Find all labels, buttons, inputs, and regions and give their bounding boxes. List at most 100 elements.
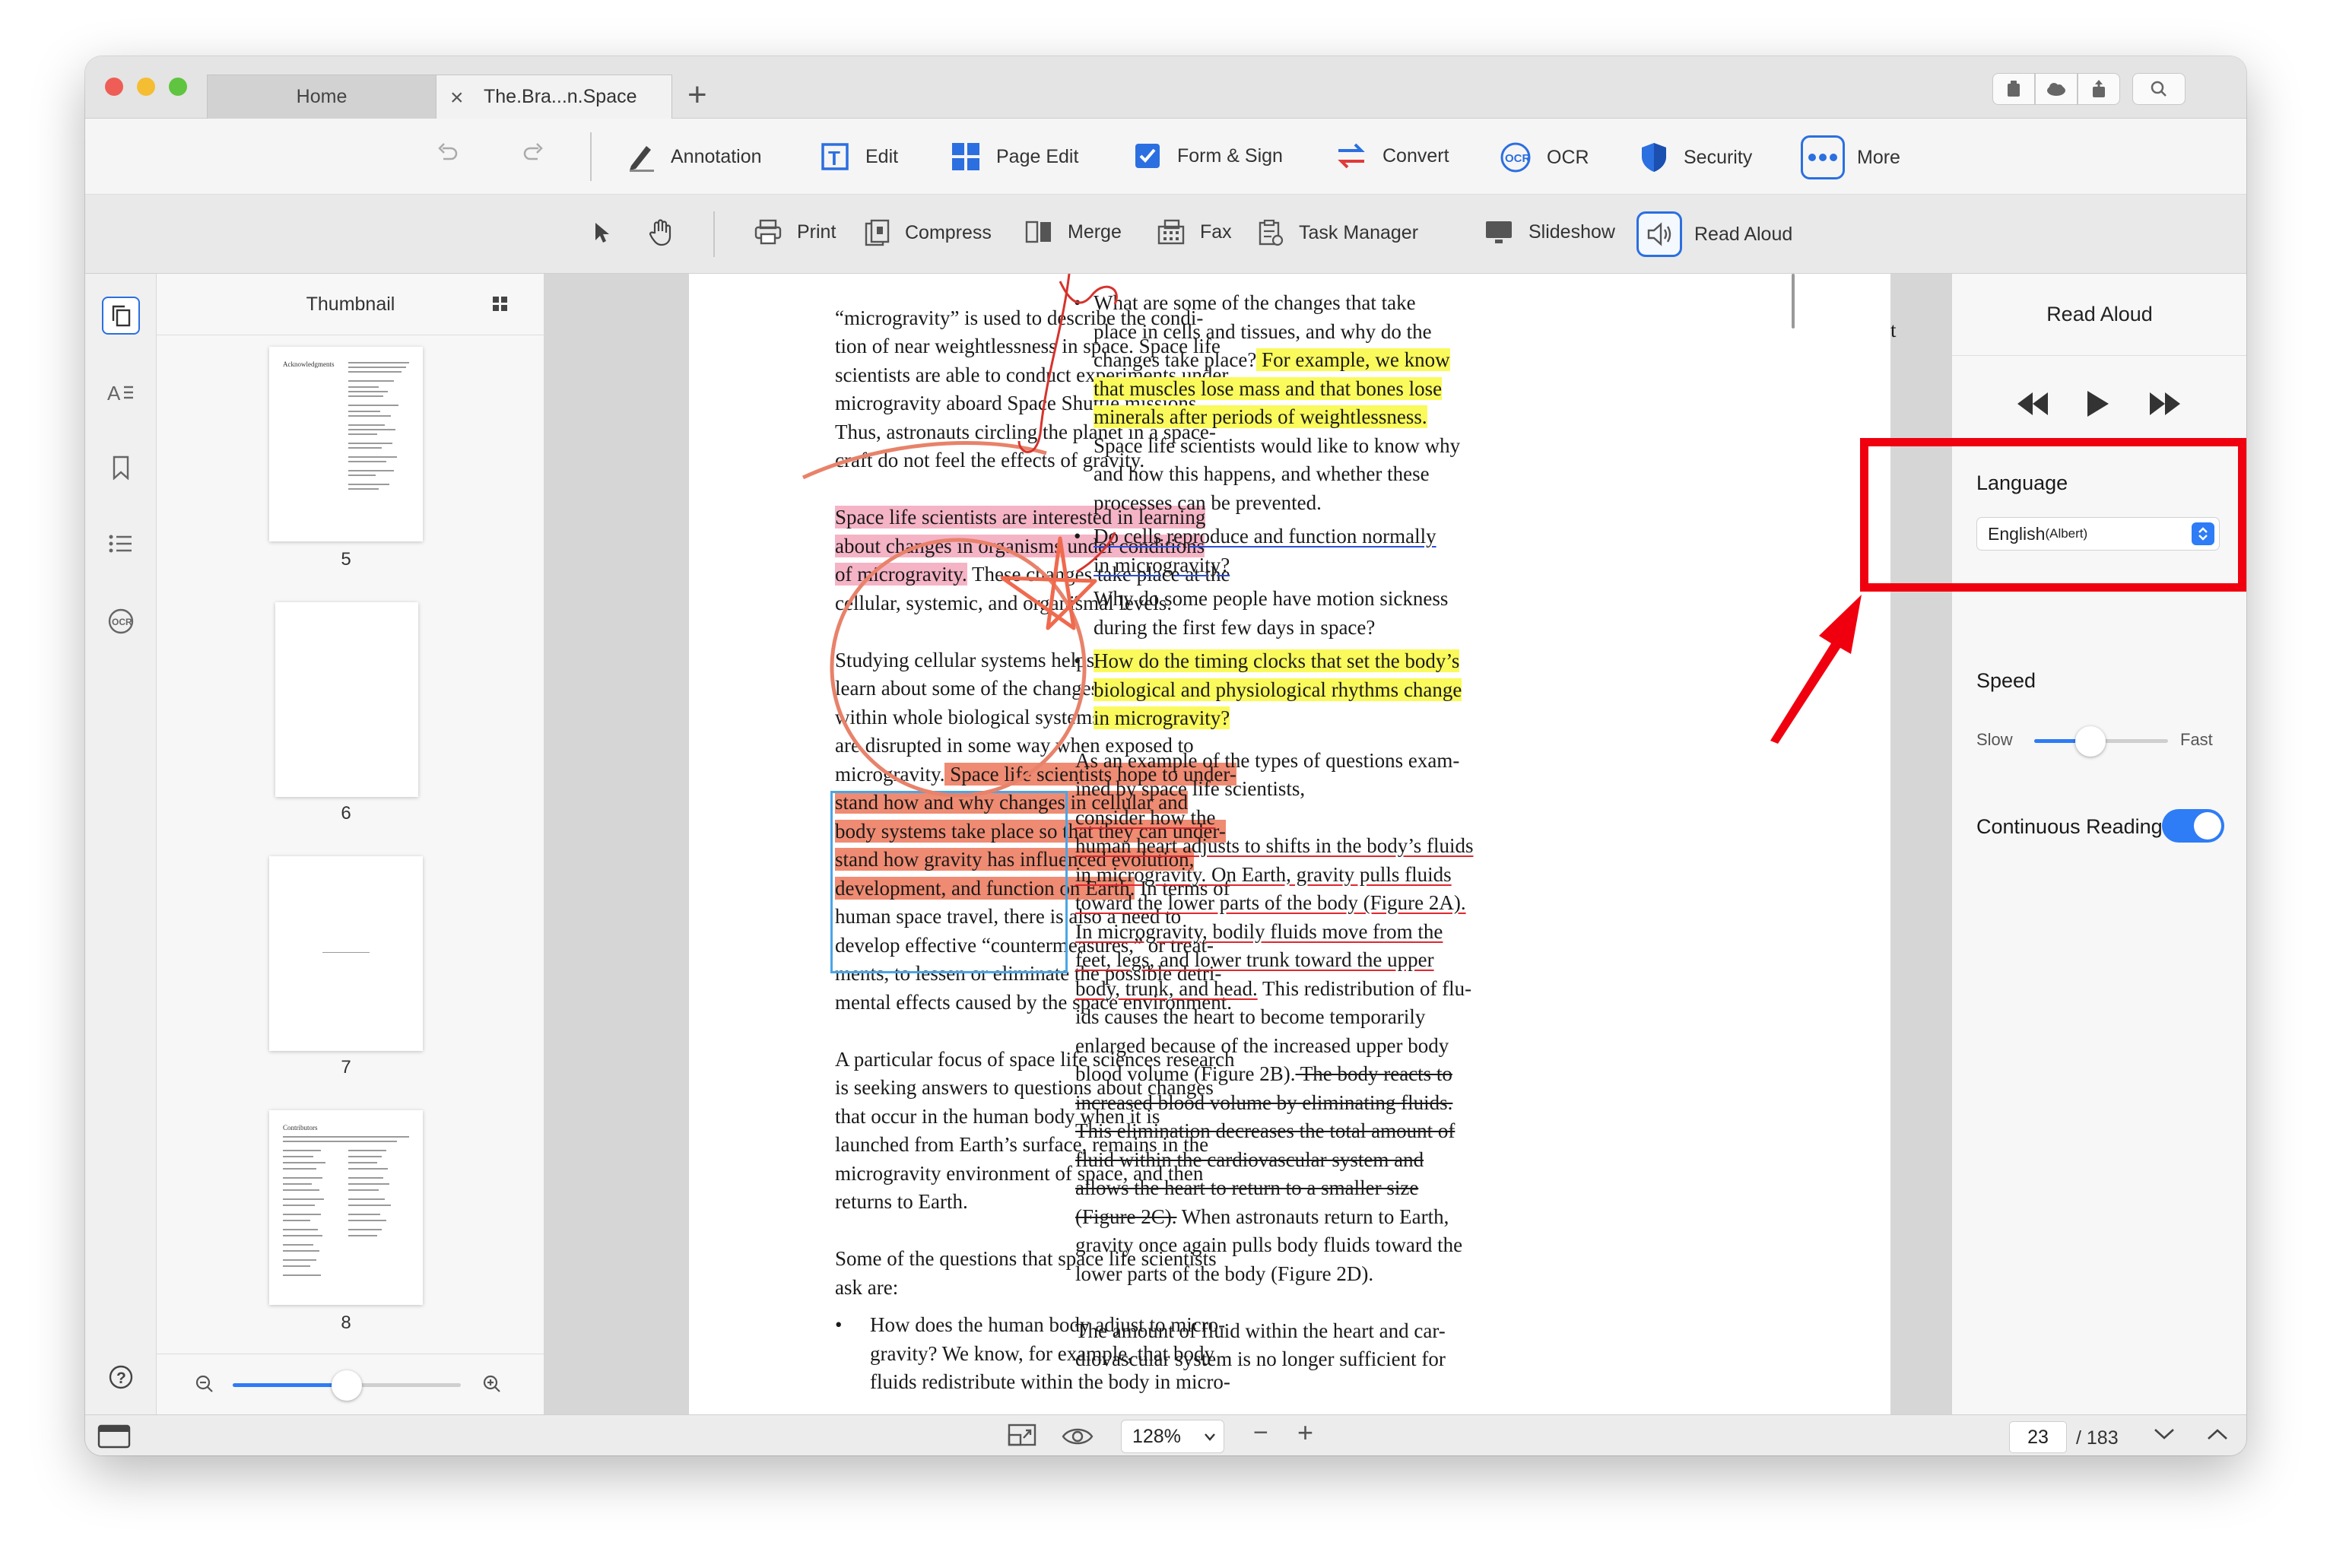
- clipboard-icon: [2008, 81, 2020, 97]
- text-outline-button[interactable]: A: [102, 373, 140, 411]
- zoom-select[interactable]: 128%: [1121, 1420, 1224, 1453]
- more-label: More: [1857, 146, 1900, 168]
- ocr-panel-button[interactable]: OCR: [102, 602, 140, 640]
- thumb-line: [348, 461, 386, 462]
- merge-icon: [1025, 219, 1052, 245]
- edit-button[interactable]: T Edit: [820, 141, 898, 172]
- ink-star[interactable]: [1000, 536, 1097, 630]
- document-viewport[interactable]: “microgravity” is used to describe the c…: [544, 274, 1951, 1414]
- compress-button[interactable]: Compress: [864, 219, 992, 246]
- bookmarks-button[interactable]: [102, 449, 140, 487]
- view-mode-button[interactable]: [1062, 1426, 1094, 1451]
- chevron-down-icon: [1205, 1433, 1215, 1441]
- search-button[interactable]: [2132, 73, 2186, 105]
- speed-slider[interactable]: [2034, 726, 2168, 757]
- thumbnail-zoom-slider[interactable]: [233, 1370, 461, 1401]
- ocr-label: OCR: [1547, 146, 1589, 168]
- clipboard-button[interactable]: [1992, 73, 2035, 105]
- zoom-out-thumbs-button[interactable]: [195, 1374, 214, 1398]
- thumb-line: [348, 415, 391, 417]
- read-aloud-button[interactable]: Read Aloud: [1636, 211, 1792, 257]
- status-bar: 128% − + 23 / 183: [85, 1414, 2246, 1455]
- fax-icon: [1157, 219, 1185, 245]
- help-button[interactable]: ?: [102, 1358, 140, 1396]
- continuous-reading-toggle[interactable]: [2162, 809, 2224, 843]
- play-button[interactable]: [2084, 389, 2110, 422]
- annotation-button[interactable]: Annotation: [627, 141, 762, 172]
- form-sign-button[interactable]: Form & Sign: [1133, 141, 1283, 170]
- zoom-in-icon: [483, 1375, 500, 1392]
- fit-page-button[interactable]: [1007, 1423, 1037, 1452]
- outline-list-button[interactable]: [102, 525, 140, 563]
- slideshow-button[interactable]: Slideshow: [1484, 219, 1615, 245]
- svg-text:OCR: OCR: [1505, 152, 1531, 165]
- ink-pen-stroke[interactable]: [1017, 274, 1071, 453]
- task-icon: [1258, 219, 1284, 246]
- document-page: “microgravity” is used to describe the c…: [689, 274, 1897, 1414]
- thumbnails-view-button[interactable]: [102, 297, 140, 335]
- more-button[interactable]: More: [1801, 135, 1900, 179]
- thumbnail-grid-button[interactable]: [491, 295, 509, 317]
- sidebar-toggle-button[interactable]: [97, 1424, 131, 1452]
- page-edit-label: Page Edit: [996, 145, 1079, 167]
- annotation-label: Annotation: [671, 145, 762, 167]
- thumb-line: [283, 1177, 322, 1179]
- share-button[interactable]: [2078, 73, 2120, 105]
- thumb-line: [283, 1220, 310, 1221]
- zoom-in-button[interactable]: +: [1297, 1417, 1313, 1449]
- convert-icon: [1335, 141, 1367, 170]
- thumb-line: [283, 1141, 397, 1142]
- thumbnail-page-6[interactable]: [275, 602, 418, 797]
- slider-knob[interactable]: [332, 1370, 362, 1401]
- minimize-window-button[interactable]: [137, 78, 155, 96]
- ocr-icon: OCR: [108, 608, 134, 634]
- ink-circle-tail[interactable]: [802, 441, 1047, 480]
- thumbnail-page-8[interactable]: Contributors: [269, 1110, 423, 1305]
- hand-tool-button[interactable]: [648, 219, 674, 246]
- ocr-button[interactable]: OCR OCR: [1500, 141, 1589, 173]
- previous-page-button[interactable]: [2207, 1427, 2228, 1445]
- fast-forward-button[interactable]: [2148, 391, 2182, 421]
- thumb-line: [348, 367, 406, 368]
- thumb-line: [348, 1220, 386, 1221]
- close-window-button[interactable]: [105, 78, 123, 96]
- page-number-input[interactable]: 23: [2009, 1421, 2067, 1453]
- slider-knob[interactable]: [2075, 726, 2106, 757]
- thumb-line: [283, 1150, 321, 1151]
- security-button[interactable]: Security: [1640, 141, 1752, 173]
- next-page-button[interactable]: [2154, 1427, 2175, 1445]
- fax-button[interactable]: Fax: [1157, 219, 1232, 245]
- thumb-line: [348, 429, 395, 430]
- thumb-line: [283, 1214, 321, 1215]
- tab-home[interactable]: Home: [207, 75, 436, 119]
- select-tool-button[interactable]: [592, 221, 613, 245]
- rewind-button[interactable]: [2016, 391, 2049, 421]
- svg-text:A: A: [107, 382, 121, 403]
- add-tab-button[interactable]: +: [687, 76, 707, 114]
- document-scrollbar[interactable]: [1792, 274, 1795, 329]
- thumb-line: [283, 1265, 310, 1267]
- zoom-window-button[interactable]: [169, 78, 187, 96]
- ocr-icon: OCR: [1500, 141, 1532, 173]
- merge-button[interactable]: Merge: [1025, 219, 1122, 245]
- task-manager-button[interactable]: Task Manager: [1258, 219, 1418, 246]
- zoom-out-button[interactable]: −: [1253, 1418, 1268, 1448]
- cloud-button[interactable]: [2035, 73, 2078, 105]
- thumb-line: [348, 424, 385, 426]
- thumbnail-page-5[interactable]: Acknowledgments: [269, 347, 423, 541]
- grid-icon: [951, 141, 981, 172]
- page-edit-button[interactable]: Page Edit: [951, 141, 1078, 172]
- tab-document[interactable]: × The.Bra...n.Space: [436, 75, 672, 119]
- print-button[interactable]: Print: [754, 219, 836, 245]
- thumb-line: [348, 1189, 379, 1191]
- thumbnail-page-7[interactable]: [269, 856, 423, 1051]
- zoom-in-thumbs-button[interactable]: [482, 1374, 502, 1398]
- convert-button[interactable]: Convert: [1335, 141, 1449, 170]
- ink-pen-stroke[interactable]: [1076, 532, 1116, 573]
- close-tab-icon[interactable]: ×: [450, 85, 464, 111]
- convert-label: Convert: [1382, 144, 1449, 167]
- thumb-line: [348, 484, 389, 485]
- thumbnail-page-number: 8: [341, 1312, 351, 1333]
- undo-button[interactable]: [436, 141, 459, 164]
- redo-button[interactable]: [522, 141, 544, 164]
